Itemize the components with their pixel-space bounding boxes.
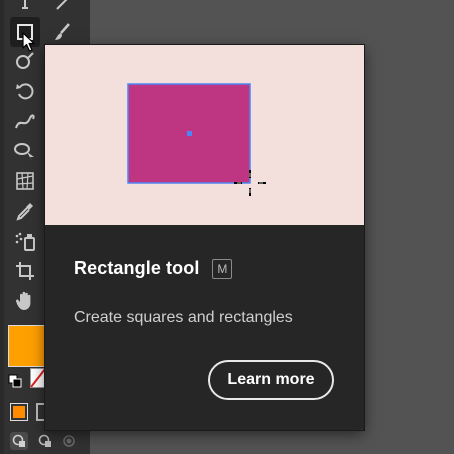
draw-normal-icon[interactable] [10, 432, 28, 450]
keyboard-shortcut-badge: M [212, 258, 233, 279]
shape-builder-tool-icon[interactable] [10, 136, 40, 166]
warp-tool-icon[interactable] [10, 106, 40, 136]
illustrator-workspace: Rectangle tool M Create squares and rect… [0, 0, 454, 454]
tools-panel-edge [0, 0, 4, 454]
popover-corner-icon [356, 422, 363, 430]
fill-mode-color [13, 406, 25, 418]
artboard-tool-icon[interactable] [10, 256, 40, 286]
eyedropper-tool-icon[interactable] [10, 196, 40, 226]
line-segment-tool-icon[interactable] [48, 0, 78, 16]
popover-description: Create squares and rectangles [74, 309, 293, 326]
perspective-grid-tool-icon[interactable] [10, 166, 40, 196]
draw-behind-icon[interactable] [36, 432, 54, 450]
tool-tip-popover: Rectangle tool M Create squares and rect… [45, 45, 364, 430]
rotate-tool-icon[interactable] [10, 76, 40, 106]
draw-inside-icon[interactable] [60, 432, 78, 450]
type-tool-icon[interactable] [10, 0, 40, 16]
fill-color-swatch[interactable] [8, 325, 46, 367]
learn-more-button[interactable]: Learn more [208, 360, 334, 400]
popover-title-row: Rectangle tool M [74, 258, 233, 279]
tool-preview-animation [45, 45, 364, 225]
default-fill-stroke-icon[interactable] [8, 374, 22, 388]
fill-mode-button[interactable] [10, 403, 28, 421]
stroke-none-swatch[interactable] [30, 368, 46, 388]
preview-center-point [187, 131, 192, 136]
popover-title: Rectangle tool [74, 258, 200, 278]
hand-tool-icon[interactable] [10, 286, 40, 316]
paintbrush-tool-icon[interactable] [48, 17, 78, 47]
symbol-sprayer-tool-icon[interactable] [10, 226, 40, 256]
mouse-pointer-icon [22, 32, 36, 52]
